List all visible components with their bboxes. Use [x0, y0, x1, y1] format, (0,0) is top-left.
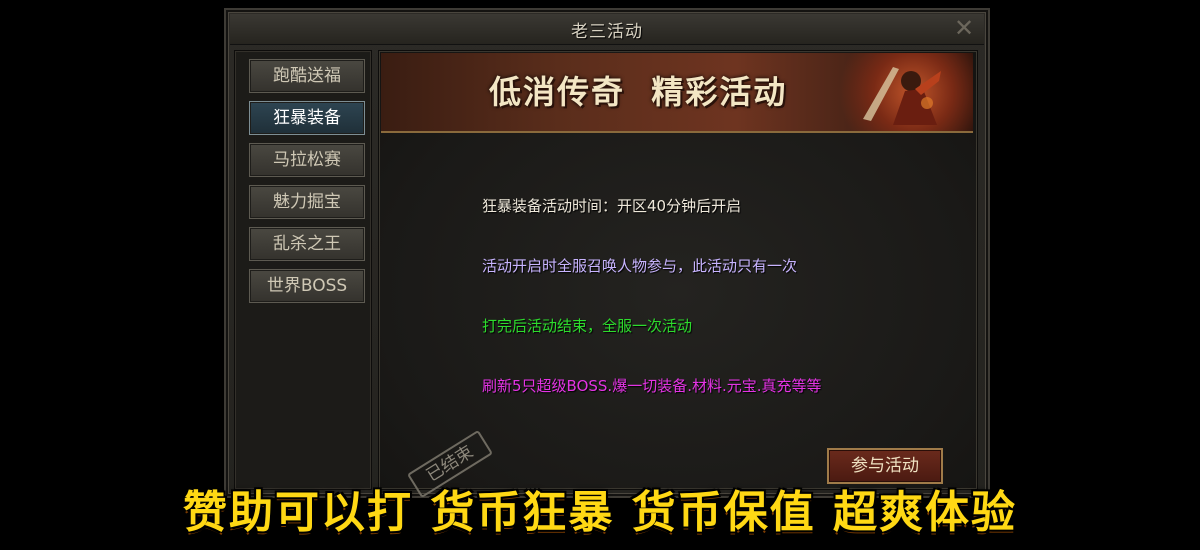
promo-caption: 赞助可以打 货币狂暴 货币保值 超爽体验 [183, 487, 1017, 538]
banner-title: 低消传奇 精彩活动 [489, 73, 788, 111]
title-bar: 老三活动 ✕ [230, 14, 984, 45]
window-title: 老三活动 [571, 21, 643, 42]
sidebar-item-melee-king[interactable]: 乱杀之王 [249, 227, 365, 261]
join-activity-button[interactable]: 参与活动 [827, 448, 943, 484]
sidebar-item-marathon[interactable]: 马拉松赛 [249, 143, 365, 177]
sidebar-item-treasure-dig[interactable]: 魅力掘宝 [249, 185, 365, 219]
activity-rule-text: 活动开启时全服召唤人物参与，此活动只有一次 [482, 257, 798, 275]
sidebar-item-parkour[interactable]: 跑酷送福 [249, 59, 365, 93]
activity-time-text: 狂暴装备活动时间：开区40分钟后开启 [482, 197, 742, 215]
close-icon[interactable]: ✕ [952, 16, 976, 40]
activity-sidebar: 跑酷送福 狂暴装备 马拉松赛 魅力掘宝 乱杀之王 世界BOSS [234, 50, 372, 490]
activity-content: 低消传奇 精彩活动 狂暴装备活动时间：开区40分钟后开启 活动开启时全服召唤人物… [378, 50, 978, 490]
sidebar-item-world-boss[interactable]: 世界BOSS [249, 269, 365, 303]
activity-window: ✦ ✦ 老三活动 ✕ 跑酷送福 狂暴装备 马拉松赛 魅力掘宝 乱杀之王 世界BO… [224, 8, 990, 499]
activity-banner: 低消传奇 精彩活动 [381, 53, 973, 133]
activity-end-text: 打完后活动结束，全服一次活动 [482, 317, 693, 335]
warrior-illustration-icon [863, 67, 941, 125]
sidebar-item-berserk-gear[interactable]: 狂暴装备 [249, 101, 365, 135]
activity-reward-text: 刷新5只超级BOSS.爆一切装备.材料.元宝.真充等等 [482, 377, 822, 395]
